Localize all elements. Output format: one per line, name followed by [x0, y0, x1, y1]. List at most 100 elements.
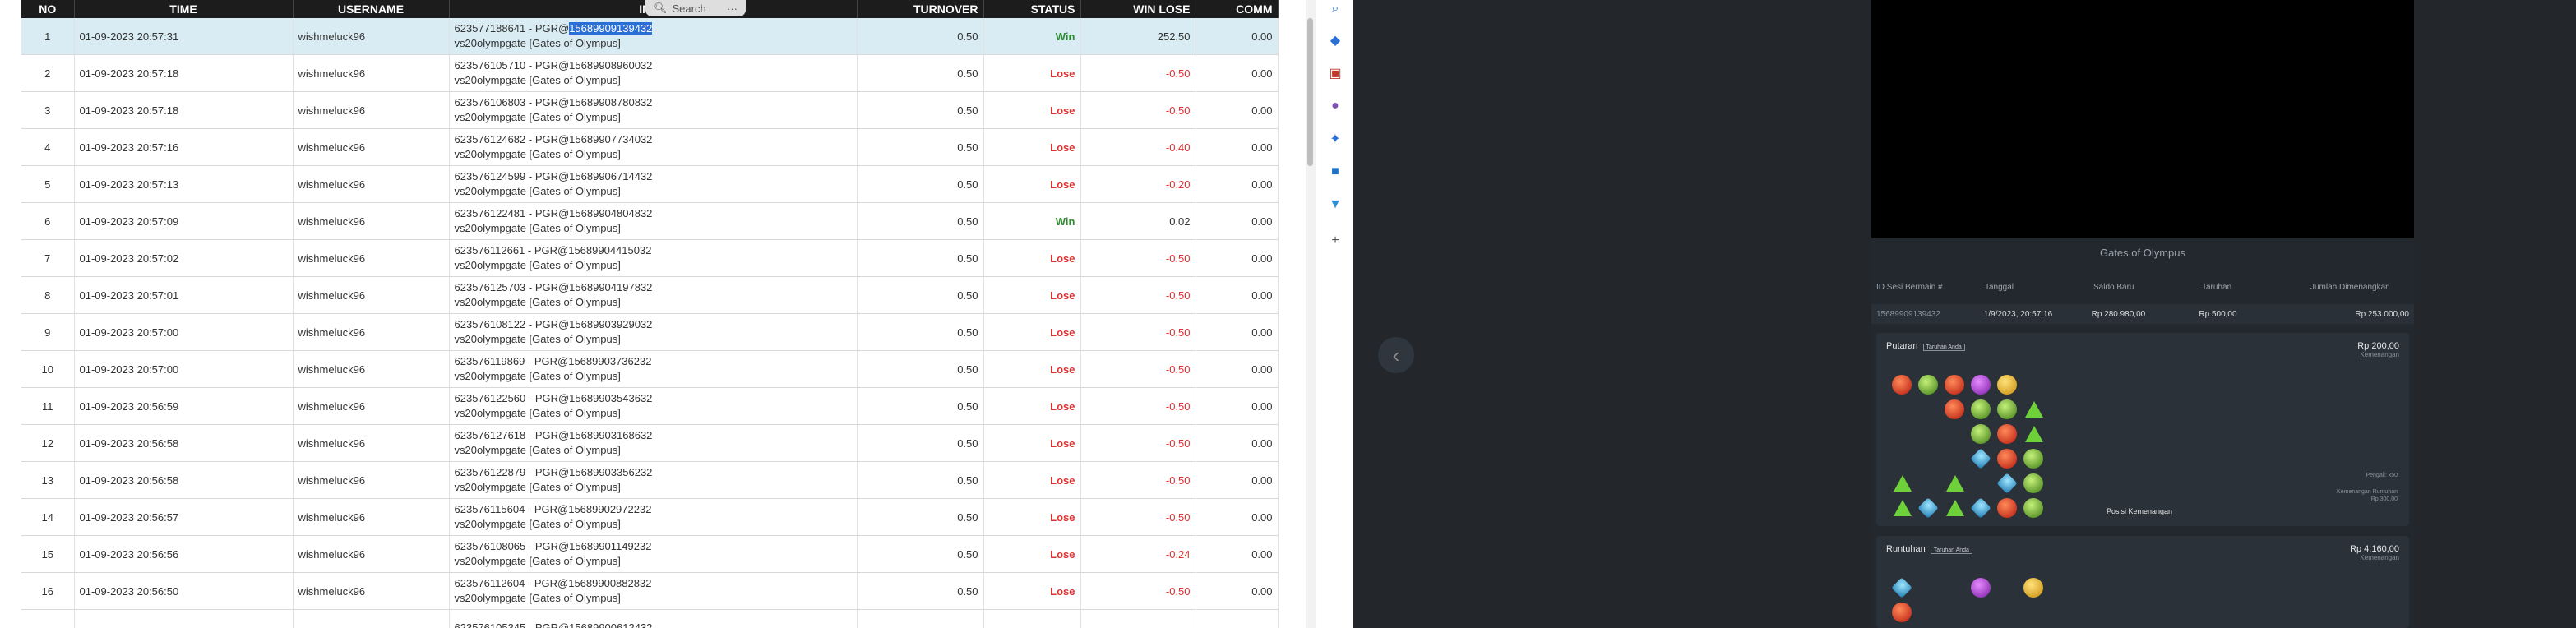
gem-symbol: [1917, 497, 1939, 519]
row-info-transaction: 623576108122 - PGR@15689903929032: [454, 318, 653, 330]
table-row[interactable]: 3 01-09-2023 20:57:18 wishmeluck96 62357610…: [21, 91, 1279, 129]
game-col-session-id: ID Sesi Bermain #: [1876, 282, 1943, 292]
gem-symbol: [1971, 375, 1991, 395]
row-info-game: vs20olympgate [Gates of Olympus]: [454, 37, 621, 49]
table-row[interactable]: 623576105345 - PGR@15689900612432: [21, 609, 1279, 628]
row-status: Lose: [983, 498, 1081, 536]
selected-text-highlight[interactable]: 15689909139432: [569, 22, 653, 35]
row-status: Lose: [983, 572, 1081, 610]
row-time: 01-09-2023 20:57:09: [74, 202, 294, 240]
table-row[interactable]: 4 01-09-2023 20:57:16 wishmeluck96 62357612…: [21, 128, 1279, 166]
previous-arrow-icon[interactable]: ‹: [1378, 337, 1414, 373]
row-comm: 0.00: [1196, 239, 1279, 277]
table-row[interactable]: 7 01-09-2023 20:57:02 wishmeluck96 62357611…: [21, 239, 1279, 277]
row-info: 623576115604 - PGR@15689902972232 vs20oly…: [449, 498, 858, 536]
row-username: wishmeluck96: [293, 313, 450, 351]
row-status: Lose: [983, 165, 1081, 203]
winning-positions-link[interactable]: Posisi Kemenangan: [2107, 507, 2172, 515]
outlook-icon[interactable]: ■: [1326, 163, 1344, 181]
table-row[interactable]: 12 01-09-2023 20:56:58 wishmeluck96 6235761…: [21, 424, 1279, 462]
tumble-amount-value: Rp 4.160,00: [2350, 544, 2399, 554]
game-history-panel: Gates of Olympus ID Sesi Bermain # Tangg…: [1871, 0, 2414, 628]
scrollbar-thumb[interactable]: [1307, 18, 1313, 166]
table-row[interactable]: 2 01-09-2023 20:57:18 wishmeluck96 62357610…: [21, 54, 1279, 92]
table-row[interactable]: 16 01-09-2023 20:56:50 wishmeluck96 6235761…: [21, 572, 1279, 610]
row-info-transaction: 623576124682 - PGR@15689907734032: [454, 133, 653, 145]
game-date: 1/9/2023, 20:57:16: [1983, 309, 2053, 319]
row-info-game: vs20olympgate [Gates of Olympus]: [454, 259, 621, 271]
row-turnover: 0.50: [857, 498, 984, 536]
game-header-row: ID Sesi Bermain # Tanggal Saldo Baru Tar…: [1871, 275, 2414, 298]
gem-symbol: [1997, 424, 2017, 444]
row-number: 3: [21, 91, 75, 129]
row-time: 01-09-2023 20:57:31: [74, 18, 294, 55]
row-username: wishmeluck96: [293, 202, 450, 240]
find-bar[interactable]: 🔍︎ Search ···: [645, 0, 746, 16]
row-info-game: vs20olympgate [Gates of Olympus]: [454, 370, 621, 382]
briefcase-icon[interactable]: ▣: [1326, 64, 1344, 82]
row-number: 1: [21, 18, 75, 55]
table-row[interactable]: 15 01-09-2023 20:56:56 wishmeluck96 6235761…: [21, 535, 1279, 573]
col-header-username[interactable]: USERNAME: [293, 0, 450, 18]
row-turnover: 0.50: [857, 387, 984, 425]
table-row[interactable]: 5 01-09-2023 20:57:13 wishmeluck96 62357612…: [21, 165, 1279, 203]
table-row[interactable]: 6 01-09-2023 20:57:09 wishmeluck96 62357612…: [21, 202, 1279, 240]
row-status: Win: [983, 202, 1081, 240]
row-username: wishmeluck96: [293, 276, 450, 314]
row-time: 01-09-2023 20:56:57: [74, 498, 294, 536]
table-row[interactable]: 10 01-09-2023 20:57:00 wishmeluck96 6235761…: [21, 350, 1279, 388]
row-info-transaction: 623576122879 - PGR@15689903356232: [454, 466, 653, 478]
table-row[interactable]: 11 01-09-2023 20:56:59 wishmeluck96 6235761…: [21, 387, 1279, 425]
gem-symbol: [2023, 498, 2043, 518]
search-icon[interactable]: ⌕: [1326, 0, 1344, 18]
spin-result-card: Putaran Taruhan Anda Rp 200,00 Kemenangan …: [1876, 333, 2409, 526]
row-info-transaction: 623576105710 - PGR@15689908960032: [454, 59, 653, 72]
gem-symbol: [1918, 603, 1938, 622]
row-winlose: -0.50: [1080, 424, 1196, 462]
row-turnover: 0.50: [857, 202, 984, 240]
spin-tumble-note: Kemenangan Runtuhan: [2337, 489, 2398, 495]
row-info-transaction: 623576106803 - PGR@15689908780832: [454, 96, 653, 109]
gem-symbol: [1970, 448, 1991, 469]
table-row[interactable]: 14 01-09-2023 20:56:57 wishmeluck96 6235761…: [21, 498, 1279, 536]
table-row[interactable]: 9 01-09-2023 20:57:00 wishmeluck96 62357610…: [21, 313, 1279, 351]
copilot-icon[interactable]: ✦: [1326, 130, 1344, 148]
row-username: wishmeluck96: [293, 91, 450, 129]
row-number: 11: [21, 387, 75, 425]
gem-symbol: [1997, 399, 2017, 419]
spin-amount-value: Rp 200,00: [2357, 341, 2399, 351]
row-info: 623576105345 - PGR@15689900612432: [449, 609, 858, 628]
row-number: 6: [21, 202, 75, 240]
row-number: 2: [21, 54, 75, 92]
gem-symbol: [1946, 475, 1964, 492]
col-header-winlose[interactable]: WIN LOSE: [1080, 0, 1196, 18]
plus-icon[interactable]: +: [1326, 232, 1344, 250]
row-info-transaction: 623577188641 - PGR@: [454, 22, 570, 35]
row-turnover: [857, 609, 984, 628]
table-row[interactable]: 1 01-09-2023 20:57:31 wishmeluck96 62357718…: [21, 18, 1279, 55]
more-icon[interactable]: ···: [727, 2, 746, 15]
row-info-game: vs20olympgate [Gates of Olympus]: [454, 481, 621, 493]
gem-symbol: [2025, 401, 2043, 418]
vertical-scrollbar[interactable]: [1306, 0, 1316, 628]
gem-symbol: [1945, 424, 1964, 444]
col-header-no[interactable]: NO: [21, 0, 75, 18]
row-time: 01-09-2023 20:56:56: [74, 535, 294, 573]
tumble-result-card: Runtuhan Taruhan Anda Rp 4.160,00 Kemenang…: [1876, 536, 2409, 628]
col-header-status[interactable]: STATUS: [983, 0, 1081, 18]
tag-icon[interactable]: ◆: [1326, 31, 1344, 49]
col-header-comm[interactable]: COMM: [1196, 0, 1279, 18]
table-row[interactable]: 8 01-09-2023 20:57:01 wishmeluck96 62357612…: [21, 276, 1279, 314]
row-username: wishmeluck96: [293, 350, 450, 388]
bet-history-table-wrapper: NO TIME USERNAME INFO TURNOVER STATUS WI…: [21, 0, 1279, 628]
gem-symbol: [1971, 424, 1991, 444]
col-header-turnover[interactable]: TURNOVER: [857, 0, 984, 18]
row-comm: 0.00: [1196, 350, 1279, 388]
table-row[interactable]: 13 01-09-2023 20:56:58 wishmeluck96 6235761…: [21, 461, 1279, 499]
shopping-icon[interactable]: ▼: [1326, 196, 1344, 214]
row-username: wishmeluck96: [293, 535, 450, 573]
col-header-time[interactable]: TIME: [74, 0, 294, 18]
people-icon[interactable]: ●: [1326, 97, 1344, 115]
row-turnover: 0.50: [857, 350, 984, 388]
row-info-transaction: 623576119869 - PGR@15689903736232: [454, 355, 652, 367]
